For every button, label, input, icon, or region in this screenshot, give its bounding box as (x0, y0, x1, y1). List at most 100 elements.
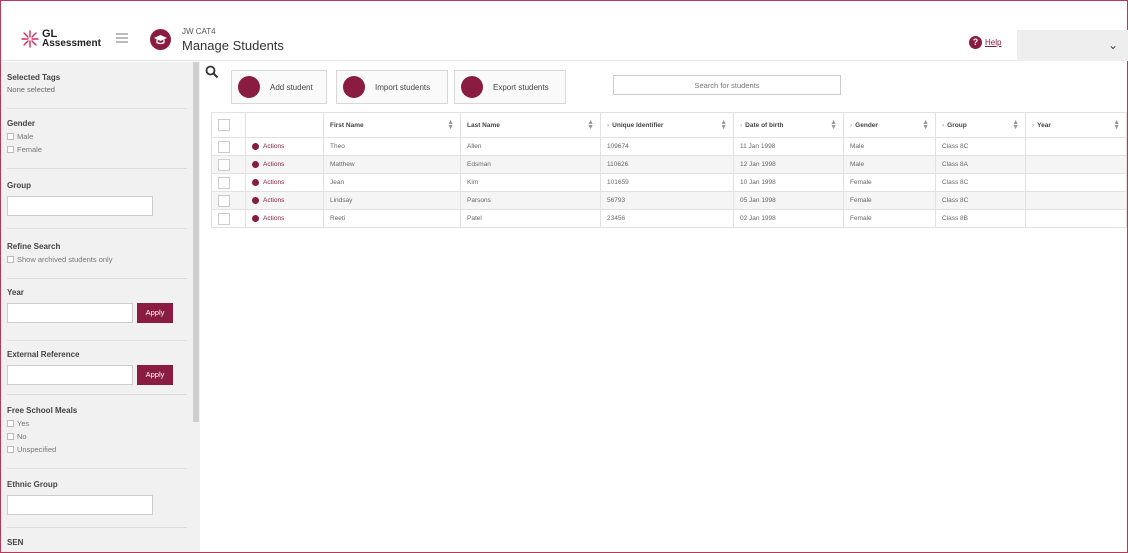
group-input[interactable] (7, 196, 153, 216)
row-select-cell[interactable] (211, 137, 246, 156)
search-input[interactable] (614, 76, 840, 94)
header-unique-identifier[interactable]: › Unique Identifier ▲ ▼ (600, 112, 734, 138)
cell-first-name: Theo (323, 137, 461, 156)
option-label: No (17, 432, 27, 441)
actions-menu[interactable]: Actions (252, 143, 317, 150)
external-apply-button[interactable]: Apply (137, 365, 173, 385)
section-title: SEN (7, 538, 24, 547)
row-checkbox[interactable] (218, 140, 230, 153)
checkbox[interactable] (7, 433, 14, 440)
header-date-of-birth[interactable]: › Date of birth ▲ ▼ (733, 112, 844, 138)
header-gender[interactable]: › Gender ▲ ▼ (843, 112, 936, 138)
actions-cell[interactable]: Actions (245, 191, 324, 210)
sort-icon[interactable]: ▲ ▼ (830, 119, 837, 131)
actions-menu[interactable]: Actions (252, 215, 317, 222)
cell-year (1025, 173, 1127, 192)
row-checkbox[interactable] (218, 212, 230, 225)
header-year[interactable]: › Year ▲ ▼ (1025, 112, 1127, 138)
export-icon (461, 76, 483, 98)
header-first-name[interactable]: First Name ▲ ▼ (323, 112, 461, 138)
checkbox[interactable] (7, 133, 14, 140)
section-title: Year (7, 288, 24, 297)
export-students-button[interactable]: Export students (454, 70, 566, 104)
add-student-icon (238, 76, 260, 98)
row-checkbox[interactable] (218, 194, 230, 207)
student-search-box[interactable] (613, 75, 841, 95)
external-reference-section: External Reference Apply (1, 350, 191, 385)
table-row[interactable]: Actions Matthew Edsman 110626 12 Jan 199… (211, 155, 1127, 174)
divider (7, 394, 187, 395)
group-section: Group (1, 181, 191, 216)
sort-icon[interactable]: ▲ ▼ (1113, 119, 1120, 131)
table-row[interactable]: Actions Jean Kim 101659 10 Jan 1998 Fema… (211, 173, 1127, 192)
row-select-cell[interactable] (211, 209, 246, 228)
gear-icon (252, 197, 259, 204)
user-menu-dropdown[interactable]: ⌄ (1017, 30, 1128, 61)
row-checkbox[interactable] (218, 158, 230, 171)
actions-cell[interactable]: Actions (245, 209, 324, 228)
import-students-button[interactable]: Import students (336, 70, 448, 104)
sort-icon[interactable]: ▲ ▼ (1012, 119, 1019, 131)
button-label: Import students (375, 82, 431, 92)
checkbox[interactable] (7, 256, 14, 263)
section-title: Gender (7, 119, 36, 128)
year-apply-button[interactable]: Apply (137, 303, 173, 323)
gender-section: Gender Male Female (1, 119, 191, 154)
ethnic-group-input[interactable] (7, 495, 153, 515)
cell-last-name: Allen (460, 137, 601, 156)
actions-menu[interactable]: Actions (252, 197, 317, 204)
search-icon[interactable] (205, 65, 219, 79)
star-icon (20, 29, 40, 49)
top-header: GL Assessment JW CAT4 Manage Students ? … (1, 1, 1128, 61)
menu-icon[interactable] (116, 33, 128, 47)
checkbox[interactable] (7, 446, 14, 453)
option-label: Unspecified (17, 445, 57, 454)
header-group[interactable]: › Group ▲ ▼ (935, 112, 1026, 138)
sort-icon[interactable]: ▲ ▼ (720, 119, 727, 131)
row-select-cell[interactable] (211, 191, 246, 210)
checkbox[interactable] (7, 420, 14, 427)
row-checkbox[interactable] (218, 176, 230, 189)
actions-menu[interactable]: Actions (252, 179, 317, 186)
divider (7, 228, 187, 229)
free-school-meals-section: Free School Meals Yes No Unspecified (1, 406, 191, 454)
actions-menu[interactable]: Actions (252, 161, 317, 168)
gl-assessment-logo[interactable]: GL Assessment (20, 29, 101, 49)
actions-label: Actions (263, 179, 285, 186)
logo-text: GL Assessment (42, 28, 101, 49)
gender-female-option[interactable]: Female (7, 145, 191, 154)
row-select-cell[interactable] (211, 173, 246, 192)
cell-first-name: Jean (323, 173, 461, 192)
year-input[interactable] (7, 303, 133, 323)
sort-icon[interactable]: ▲ ▼ (922, 119, 929, 131)
actions-cell[interactable]: Actions (245, 173, 324, 192)
actions-cell[interactable]: Actions (245, 137, 324, 156)
divider (7, 168, 187, 169)
cell-unique-id: 56793 (600, 191, 734, 210)
students-table: First Name ▲ ▼ Last Name ▲ ▼ › Unique Identif… (211, 112, 1127, 228)
select-all-header[interactable] (211, 112, 246, 138)
sort-icon[interactable]: ▲ ▼ (587, 119, 594, 131)
gender-male-option[interactable]: Male (7, 132, 191, 141)
fsm-unspecified-option[interactable]: Unspecified (7, 445, 191, 454)
sort-icon[interactable]: ▲ ▼ (447, 119, 454, 131)
help-link[interactable]: ? Help (969, 36, 1001, 49)
help-label[interactable]: Help (985, 38, 1001, 47)
sen-section: SEN (1, 538, 191, 547)
header-last-name[interactable]: Last Name ▲ ▼ (460, 112, 601, 138)
fsm-yes-option[interactable]: Yes (7, 419, 191, 428)
section-title: Group (7, 181, 31, 190)
actions-cell[interactable]: Actions (245, 155, 324, 174)
header-label: Date of birth (745, 121, 784, 129)
sidebar-scrollbar[interactable] (193, 62, 199, 422)
fsm-no-option[interactable]: No (7, 432, 191, 441)
table-row[interactable]: Actions Reeti Patel 23456 02 Jan 1998 Fe… (211, 209, 1127, 228)
checkbox[interactable] (7, 146, 14, 153)
table-row[interactable]: Actions Lindsay Parsons 56793 05 Jan 199… (211, 191, 1127, 210)
row-select-cell[interactable] (211, 155, 246, 174)
select-all-checkbox[interactable] (218, 119, 230, 131)
add-student-button[interactable]: Add student (231, 70, 327, 104)
table-row[interactable]: Actions Theo Allen 109674 11 Jan 1998 Ma… (211, 137, 1127, 156)
external-reference-input[interactable] (7, 365, 133, 385)
archived-only-option[interactable]: Show archived students only (7, 255, 191, 264)
